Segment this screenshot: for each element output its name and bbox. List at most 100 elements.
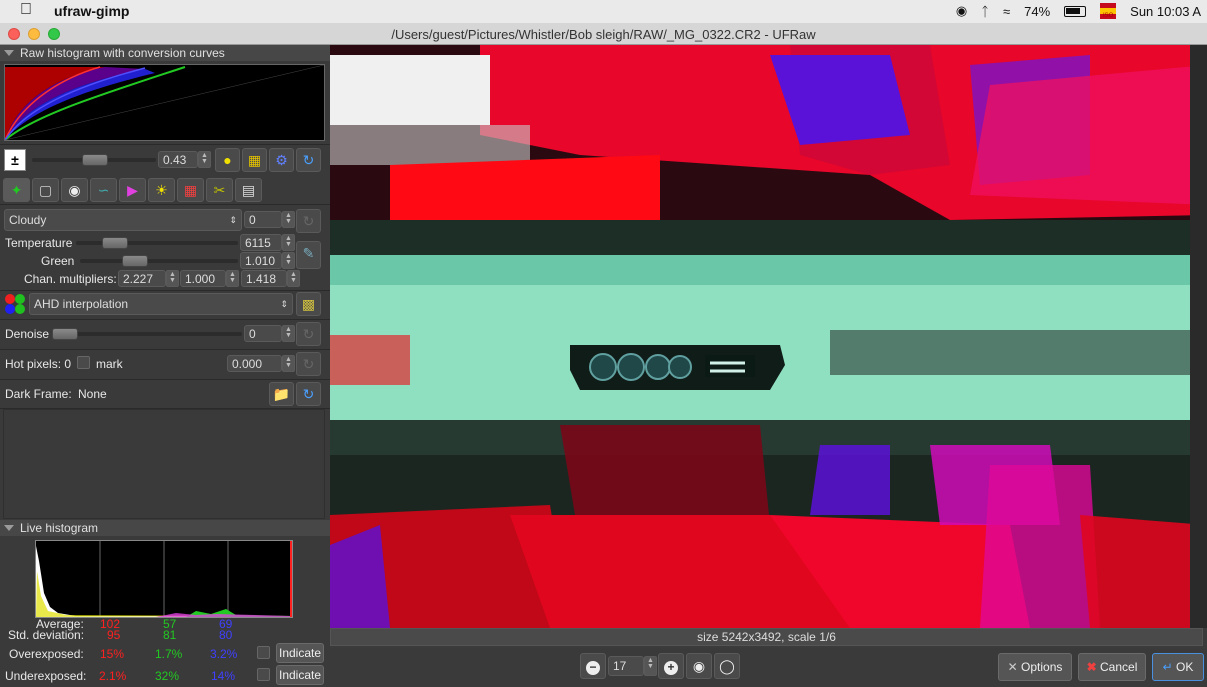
reset-exposure-icon[interactable]: ↻ [296, 148, 321, 172]
zoom-out-icon[interactable]: − [580, 653, 606, 679]
select-arrows-icon: ⇕ [229, 215, 237, 225]
apple-icon[interactable]:  [20, 1, 32, 19]
green-slider[interactable] [80, 259, 238, 263]
battery-percent[interactable]: 74% [1024, 4, 1050, 19]
std-blue: 80 [219, 628, 233, 642]
hot-pixels-spinner[interactable]: ▲ ▼ [282, 355, 295, 372]
tab-exif-icon[interactable]: ▤ [235, 178, 262, 202]
zoom-in-icon[interactable]: + [658, 653, 684, 679]
window-titlebar: /Users/guest/Pictures/Whistler/Bob sleig… [0, 23, 1207, 45]
cancel-label: Cancel [1100, 660, 1138, 674]
wb-preset-select[interactable]: Cloudy ⇕ [4, 209, 242, 231]
image-preview[interactable] [330, 45, 1207, 628]
cancel-icon: ✖ [1086, 660, 1097, 674]
hot-pixels-label: Hot pixels: 0 [5, 357, 72, 371]
battery-icon[interactable] [1064, 5, 1087, 17]
reset-denoise-icon[interactable]: ↻ [296, 322, 321, 346]
options-button[interactable]: ✕ Options [998, 653, 1072, 681]
overexposed-red: 15% [100, 647, 125, 661]
exposure-slider-thumb[interactable] [82, 154, 108, 166]
left-panel: Raw histogram with conversion curves ± 0… [0, 45, 330, 687]
cancel-button[interactable]: ✖ Cancel [1078, 653, 1146, 681]
green-field[interactable]: 1.010 [240, 252, 282, 269]
tab-lens-icon[interactable]: ◉ [61, 178, 88, 202]
hot-pixels-field[interactable]: 0.000 [227, 355, 282, 372]
underexposed-indicate-button[interactable]: Indicate [276, 665, 324, 685]
live-histogram[interactable] [35, 540, 293, 618]
denoise-slider[interactable] [52, 332, 242, 336]
live-histogram-graph [36, 541, 292, 617]
interpolation-value: AHD interpolation [34, 297, 129, 311]
chan-multiplier-r[interactable]: 2.227 [118, 270, 166, 287]
overexposed-green: 1.7% [155, 647, 183, 661]
tab-rainbow-icon[interactable]: ▦ [177, 178, 204, 202]
app-menu-name[interactable]: ufraw-gimp [54, 3, 129, 19]
chan-multipliers-label: Chan. multipliers: [24, 272, 117, 286]
exposure-spinner[interactable]: ▲ ▼ [198, 151, 211, 168]
auto-adjust-icon[interactable]: ⚙ [269, 148, 294, 172]
spot-wb-picker-icon[interactable]: ✎ [296, 241, 321, 269]
language-flag-icon[interactable]: ISO [1100, 3, 1117, 19]
tab-corrections-icon[interactable]: ☀ [148, 178, 175, 202]
language-badge: ISO [1102, 13, 1114, 19]
creative-cloud-icon[interactable]: ◉ [956, 3, 967, 19]
std-green: 81 [163, 628, 177, 642]
raw-histogram[interactable] [4, 64, 325, 141]
chan-r-spinner[interactable]: ▲ ▼ [166, 270, 179, 287]
green-slider-thumb[interactable] [122, 255, 148, 267]
tab-white-balance-icon[interactable]: ✦ [3, 178, 30, 202]
denoise-spinner[interactable]: ▲ ▼ [282, 325, 295, 342]
live-histogram-header[interactable]: Live histogram [0, 520, 330, 536]
exposure-icon: ± [4, 149, 26, 171]
live-histogram-title: Live histogram [20, 521, 99, 535]
tab-base-curve-icon[interactable]: ∽ [90, 178, 117, 202]
smoothing-icon[interactable]: ▩ [296, 292, 321, 316]
tab-color-management-icon[interactable]: ▶ [119, 178, 146, 202]
temperature-slider[interactable] [76, 241, 238, 245]
clip-highlights-icon[interactable]: ▦ [242, 148, 267, 172]
ok-label: OK [1176, 660, 1194, 674]
reset-hot-pixels-icon[interactable]: ↻ [296, 352, 321, 376]
ok-button[interactable]: ↵ OK [1152, 653, 1204, 681]
wifi-icon[interactable]: ≈ [1003, 4, 1010, 19]
interpolation-select[interactable]: AHD interpolation ⇕ [29, 293, 293, 315]
bluetooth-icon[interactable]: ᛏ [981, 4, 989, 19]
hot-pixels-mark-checkbox[interactable] [77, 356, 90, 369]
open-folder-icon[interactable]: 📁 [269, 382, 294, 406]
zoom-100-icon[interactable]: ◯ [714, 653, 740, 679]
restore-lightness-icon[interactable]: ● [215, 148, 240, 172]
wb-preset-value: Cloudy [9, 213, 47, 227]
reset-dark-frame-icon[interactable]: ↻ [296, 382, 321, 406]
temperature-spinner[interactable]: ▲ ▼ [282, 234, 295, 251]
chan-g-spinner[interactable]: ▲ ▼ [226, 270, 239, 287]
temperature-field[interactable]: 6115 [240, 234, 282, 251]
underexposed-checkbox[interactable] [257, 668, 270, 681]
chan-b-spinner[interactable]: ▲ ▼ [287, 270, 300, 287]
green-spinner[interactable]: ▲ ▼ [282, 252, 295, 269]
dark-frame-value: None [78, 387, 107, 401]
underexposed-green: 32% [155, 669, 180, 683]
options-icon: ✕ [1007, 660, 1018, 674]
temperature-slider-thumb[interactable] [102, 237, 128, 249]
clock[interactable]: Sun 10:03 A [1130, 4, 1201, 19]
reset-wb-icon[interactable]: ↻ [296, 209, 321, 233]
wb-fine-tune-field[interactable]: 0 [244, 211, 282, 228]
denoise-slider-thumb[interactable] [52, 328, 78, 340]
zoom-spinner[interactable]: ▲ ▼ [644, 656, 657, 676]
denoise-field[interactable]: 0 [244, 325, 282, 342]
options-label: Options [1021, 660, 1063, 674]
tab-crop-rotate-icon[interactable]: ✂ [206, 178, 233, 202]
raw-histogram-header[interactable]: Raw histogram with conversion curves [0, 45, 330, 61]
underexposed-label: Underexposed: [5, 669, 87, 683]
raw-histogram-title: Raw histogram with conversion curves [20, 46, 225, 60]
zoom-fit-icon[interactable]: ◉ [686, 653, 712, 679]
exposure-field[interactable]: 0.43 [158, 151, 198, 168]
chan-multiplier-g[interactable]: 1.000 [180, 270, 226, 287]
dark-frame-label: Dark Frame: [5, 387, 72, 401]
overexposed-indicate-button[interactable]: Indicate [276, 643, 324, 663]
zoom-field[interactable]: 17 [608, 656, 644, 676]
wb-fine-tune-spinner[interactable]: ▲ ▼ [282, 211, 295, 228]
chan-multiplier-b[interactable]: 1.418 [241, 270, 287, 287]
tab-grayscale-icon[interactable]: ▢ [32, 178, 59, 202]
overexposed-checkbox[interactable] [257, 646, 270, 659]
